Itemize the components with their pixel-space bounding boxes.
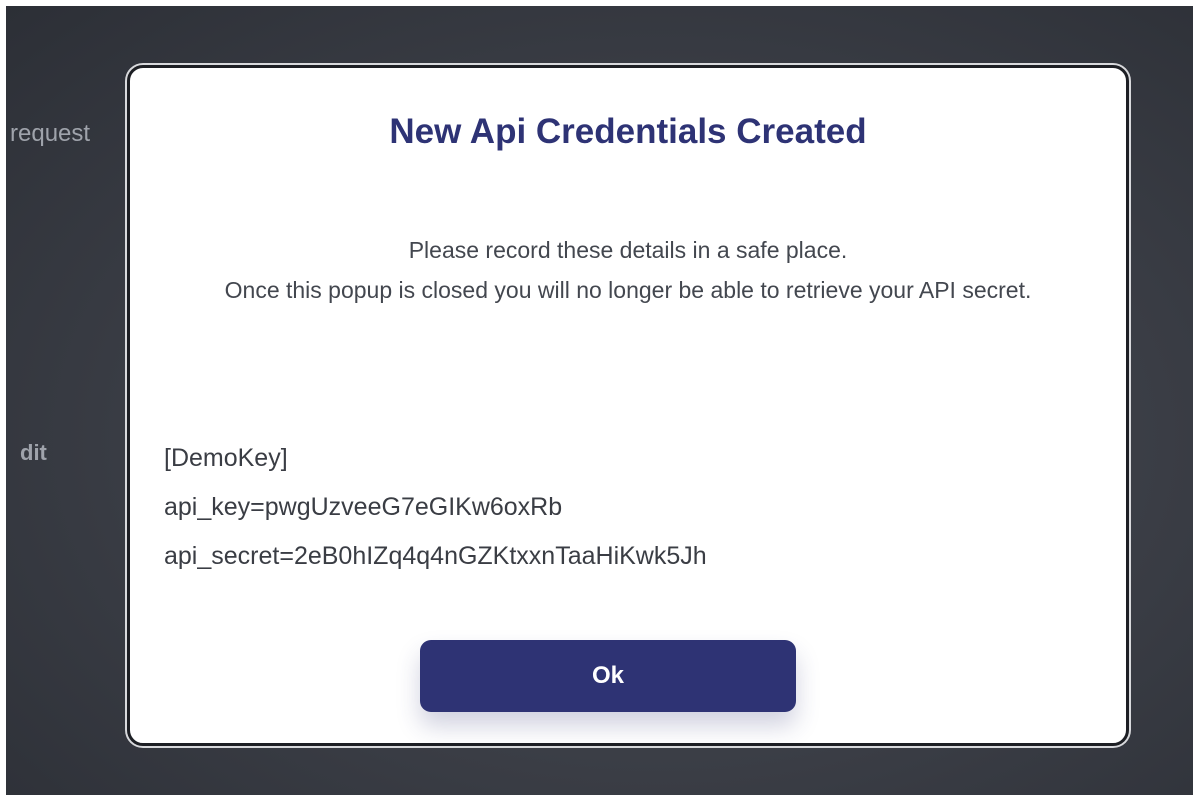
modal-message-line-2: Once this popup is closed you will no lo… bbox=[224, 277, 1032, 303]
credentials-modal: New Api Credentials Created Please recor… bbox=[127, 65, 1129, 746]
credentials-block: [DemoKey] api_key=pwgUzveeG7eGIKw6oxRb a… bbox=[164, 434, 707, 581]
modal-message: Please record these details in a safe pl… bbox=[160, 230, 1096, 310]
background-text-request: request bbox=[10, 120, 91, 147]
modal-message-line-1: Please record these details in a safe pl… bbox=[408, 237, 848, 263]
ok-button[interactable]: Ok bbox=[420, 640, 796, 712]
credential-api-secret: api_secret=2eB0hIZq4q4nGZKtxxnTaaHiKwk5J… bbox=[164, 542, 707, 570]
background-text-edit: dit bbox=[20, 440, 47, 465]
credential-api-key: api_key=pwgUzveeG7eGIKw6oxRb bbox=[164, 493, 563, 521]
modal-title: New Api Credentials Created bbox=[389, 112, 867, 151]
credential-key-name: [DemoKey] bbox=[164, 444, 288, 472]
